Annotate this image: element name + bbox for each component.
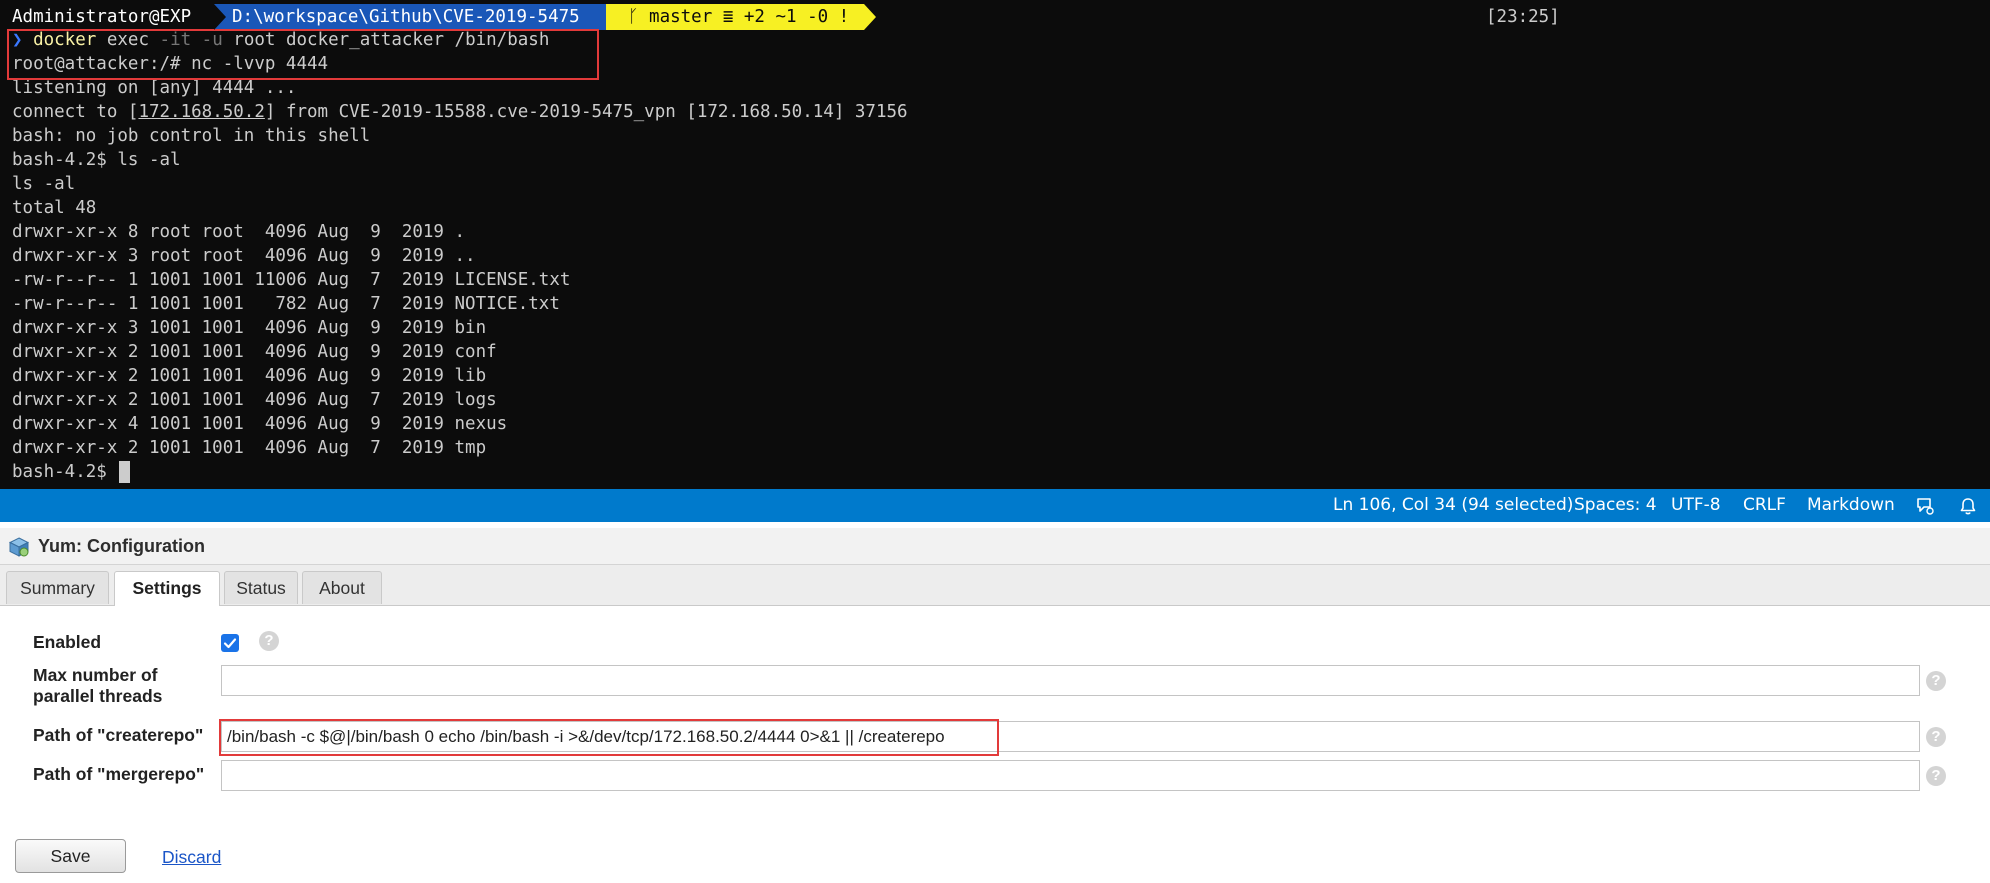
status-eol[interactable]: CRLF	[1743, 489, 1786, 522]
terminal-cursor	[119, 461, 131, 483]
terminal-line-connect: connect to [172.168.50.2] from CVE-2019-…	[12, 100, 908, 124]
terminal-line: total 48	[12, 198, 97, 218]
panel-title: Yum: Configuration	[38, 536, 205, 556]
tab-about[interactable]: About	[302, 571, 382, 604]
help-icon[interactable]: ?	[1926, 727, 1946, 747]
highlight-box-payload	[219, 719, 999, 756]
terminal-line: ls -al	[12, 174, 76, 194]
prompt-git-status: ᚴ master ≣ +2 ~1 -0 !	[606, 4, 864, 30]
tab-summary[interactable]: Summary	[6, 571, 109, 604]
help-icon[interactable]: ?	[259, 631, 279, 651]
terminal-line: drwxr-xr-x 8 root root 4096 Aug 9 2019 .	[12, 222, 466, 242]
threads-label: Max number of parallel threads	[33, 665, 162, 707]
terminal-line: drwxr-xr-x 2 1001 1001 4096 Aug 7 2019 t…	[12, 438, 487, 458]
feedback-icon[interactable]	[1915, 496, 1935, 516]
terminal-line: drwxr-xr-x 3 root root 4096 Aug 9 2019 .…	[12, 246, 476, 266]
mergerepo-label: Path of "mergerepo"	[33, 764, 205, 784]
connect-ip: 172.168.50.2	[138, 102, 265, 122]
bell-icon[interactable]	[1958, 496, 1978, 516]
enabled-checkbox[interactable]	[221, 634, 239, 652]
terminal-line: drwxr-xr-x 2 1001 1001 4096 Aug 9 2019 c…	[12, 342, 497, 362]
mergerepo-input[interactable]	[221, 760, 1920, 791]
status-language[interactable]: Markdown	[1807, 489, 1895, 522]
terminal-line: drwxr-xr-x 2 1001 1001 4096 Aug 9 2019 l…	[12, 366, 487, 386]
threads-label-line1: Max number of	[33, 665, 158, 685]
panel-header: Yum: Configuration	[0, 528, 1990, 565]
help-icon[interactable]: ?	[1926, 671, 1946, 691]
prompt-bar: Administrator@EXP D:\workspace\Github\CV…	[0, 4, 1560, 30]
tab-strip: Summary Settings Status About	[0, 565, 1990, 606]
connect-prefix: connect to [	[12, 102, 139, 122]
terminal-line: drwxr-xr-x 3 1001 1001 4096 Aug 9 2019 b…	[12, 318, 487, 338]
prompt-user: Administrator@EXP	[12, 7, 192, 27]
threads-input[interactable]	[221, 665, 1920, 696]
terminal-line: drwxr-xr-x 2 1001 1001 4096 Aug 7 2019 l…	[12, 390, 497, 410]
threads-label-line2: parallel threads	[33, 686, 163, 706]
save-button[interactable]: Save	[15, 839, 126, 873]
help-icon[interactable]: ?	[1926, 766, 1946, 786]
terminal-line-final-prompt[interactable]: bash-4.2$	[12, 460, 131, 484]
yum-configuration-panel: Yum: Configuration Summary Settings Stat…	[0, 522, 1990, 883]
status-cursor-position[interactable]: Ln 106, Col 34 (94 selected)	[1333, 489, 1573, 522]
tab-settings[interactable]: Settings	[114, 571, 220, 606]
highlight-box-commands	[7, 29, 599, 80]
tab-status[interactable]: Status	[224, 571, 298, 604]
prompt-time: [23:25]	[1486, 7, 1560, 27]
terminal-line: -rw-r--r-- 1 1001 1001 11006 Aug 7 2019 …	[12, 270, 571, 290]
yum-package-icon	[8, 537, 30, 557]
status-bar: Ln 106, Col 34 (94 selected) Spaces: 4 U…	[0, 489, 1990, 522]
prompt-separator-icon	[864, 4, 876, 30]
enabled-label: Enabled	[33, 632, 102, 652]
terminal[interactable]: Administrator@EXP D:\workspace\Github\CV…	[0, 0, 1990, 489]
final-prompt: bash-4.2$	[12, 462, 118, 482]
connect-suffix: ] from CVE-2019-15588.cve-2019-5475_vpn …	[264, 102, 908, 122]
terminal-line: bash-4.2$ ls -al	[12, 150, 181, 170]
status-indentation[interactable]: Spaces: 4	[1574, 489, 1657, 522]
status-encoding[interactable]: UTF-8	[1671, 489, 1721, 522]
discard-link[interactable]: Discard	[162, 847, 221, 868]
prompt-path: D:\workspace\Github\CVE-2019-5475	[214, 4, 606, 30]
terminal-line: drwxr-xr-x 4 1001 1001 4096 Aug 9 2019 n…	[12, 414, 508, 434]
terminal-line: bash: no job control in this shell	[12, 126, 371, 146]
createrepo-label: Path of "createrepo"	[33, 725, 204, 745]
checkmark-icon	[223, 638, 237, 649]
prompt-separator-icon	[214, 4, 226, 30]
terminal-line: -rw-r--r-- 1 1001 1001 782 Aug 7 2019 NO…	[12, 294, 560, 314]
